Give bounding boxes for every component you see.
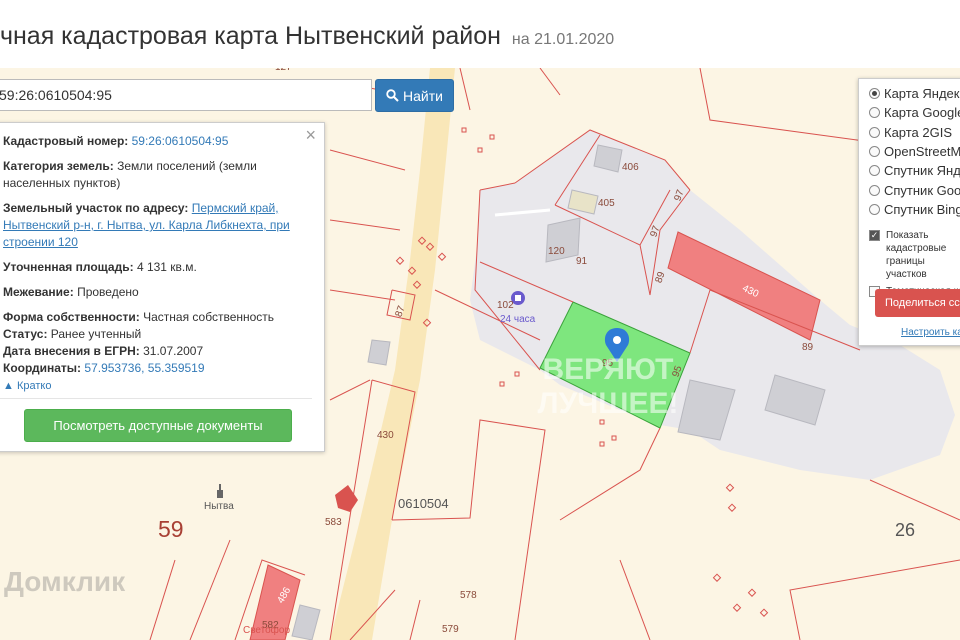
radio-icon[interactable] <box>869 184 880 196</box>
brief-label: Кратко <box>16 380 52 392</box>
egrn-label: Дата внесения в ЕГРН: <box>3 344 140 358</box>
address-label: Земельный участок по адресу: <box>3 201 189 215</box>
parcel-line <box>559 427 661 521</box>
page-date: на 21.01.2020 <box>511 31 615 48</box>
layer-label: Спутник Bing <box>884 201 960 217</box>
layer-option-bing-sat[interactable]: Спутник Bing <box>859 200 960 219</box>
parcel-line <box>149 559 176 640</box>
layer-label: Карта Google <box>884 105 960 121</box>
area-value: 4 131 кв.м. <box>136 260 197 274</box>
area-label: Уточненная площадь: <box>3 260 134 274</box>
map-label: 0610504 <box>398 496 449 511</box>
coords-label: Координаты: <box>3 361 82 375</box>
building <box>367 339 391 366</box>
egrn-value: 31.07.2007 <box>143 344 204 358</box>
layer-option-yandex-sat[interactable]: Спутник Яндекс <box>859 161 960 180</box>
map-label: 579 <box>442 624 459 635</box>
layer-option-2gis[interactable]: Карта 2GIS <box>859 123 960 142</box>
parcel-line <box>189 539 231 640</box>
road <box>330 68 455 640</box>
radio-icon[interactable] <box>869 146 880 158</box>
page-title-text: ичная кадастровая карта Нытвенский район <box>0 22 501 50</box>
parcel-line <box>329 149 406 171</box>
domclick-logo: Домклик <box>4 566 126 597</box>
map-label: 430 <box>377 430 394 441</box>
search-button-label: Найти <box>403 87 443 104</box>
radio-icon[interactable] <box>869 107 880 119</box>
building <box>291 604 321 640</box>
survey-label: Межевание: <box>3 285 74 299</box>
checkbox-checked-icon[interactable]: ✓ <box>869 230 880 242</box>
parcel-line <box>329 379 371 401</box>
search-input[interactable] <box>0 79 372 111</box>
cadastral-link[interactable]: 59:26:0610504:95 <box>132 134 229 148</box>
search-button[interactable]: Найти <box>375 79 454 112</box>
layer-option-google-sat[interactable]: Спутник Google <box>859 180 960 199</box>
map-label: 59 <box>158 516 184 542</box>
parcel-line <box>329 289 396 301</box>
map-label: 406 <box>622 162 639 173</box>
map-label: 24 часа <box>500 314 536 325</box>
map-label: 89 <box>802 342 814 353</box>
map-label: 405 <box>598 198 615 209</box>
caret-up-icon: ▲ <box>3 380 14 392</box>
layer-option-google-map[interactable]: Карта Google <box>859 103 960 122</box>
parcel-line <box>409 599 421 640</box>
configure-map-link[interactable]: Настроить карту <box>901 327 960 338</box>
map-label: 91 <box>576 256 588 267</box>
parcel-line <box>789 559 960 640</box>
ownership-label: Форма собственности: <box>3 310 140 324</box>
map-label: Светофор <box>243 625 291 636</box>
map-label: 102 <box>497 300 514 311</box>
radio-icon[interactable] <box>869 88 880 100</box>
map-label: 583 <box>325 517 342 528</box>
map-label: 578 <box>460 590 477 601</box>
map-label: 120 <box>548 246 565 257</box>
parcel-line <box>329 219 401 231</box>
show-boundaries-option[interactable]: ✓ Показать кадастровые границы участков <box>859 229 960 281</box>
layer-label: Спутник Google <box>884 182 960 198</box>
map-label: Нытва <box>204 501 234 512</box>
survey-value: Проведено <box>77 285 139 299</box>
view-documents-button[interactable]: Посмотреть доступные документы <box>24 409 292 442</box>
close-icon[interactable]: × <box>305 126 316 144</box>
layer-label: Карта 2GIS <box>884 124 953 140</box>
layer-label: OpenStreetMap <box>884 144 960 160</box>
radio-icon[interactable] <box>869 165 880 177</box>
map-label: 26 <box>895 520 916 540</box>
brief-toggle[interactable]: ▲ Кратко <box>3 378 312 395</box>
page-header: ичная кадастровая карта Нытвенский район… <box>0 0 960 68</box>
layer-switcher: Карта Яндекс Карта Google Карта 2GIS Ope… <box>858 78 960 346</box>
parcel-line <box>869 479 960 521</box>
parcel-line <box>459 68 471 111</box>
cadastral-label: Кадастровый номер: <box>3 134 129 148</box>
layer-label: Карта Яндекс <box>884 86 960 102</box>
coords-link[interactable]: 57.953736, 55.359519 <box>84 361 204 375</box>
watermark: ВЕРЯЮТ ЛУЧШЕЕ! <box>537 353 679 420</box>
show-boundaries-label: Показать кадастровые границы участков <box>886 230 947 281</box>
ownership-value: Частная собственность <box>143 310 275 324</box>
page-title: ичная кадастровая карта Нытвенский район… <box>0 22 614 51</box>
share-link-button[interactable]: Поделиться ссылкой <box>875 289 960 317</box>
church-poi-icon <box>217 484 223 498</box>
parcel-line <box>391 419 546 640</box>
radio-icon[interactable] <box>869 203 880 215</box>
status-value: Ранее учтенный <box>50 327 142 341</box>
parcel-line <box>619 559 651 640</box>
parcel-line <box>539 68 561 96</box>
divider <box>0 398 312 399</box>
map-label: 127 <box>275 68 292 73</box>
parcel-info-panel: × Кадастровый номер: 59:26:0610504:95 Ка… <box>0 122 325 452</box>
layer-label: Спутник Яндекс <box>884 163 960 179</box>
radio-icon[interactable] <box>869 126 880 138</box>
status-label: Статус: <box>3 327 48 341</box>
search-icon <box>386 89 399 102</box>
layer-option-yandex-map[interactable]: Карта Яндекс <box>859 84 960 103</box>
category-label: Категория земель: <box>3 159 114 173</box>
layer-option-osm[interactable]: OpenStreetMap <box>859 142 960 161</box>
